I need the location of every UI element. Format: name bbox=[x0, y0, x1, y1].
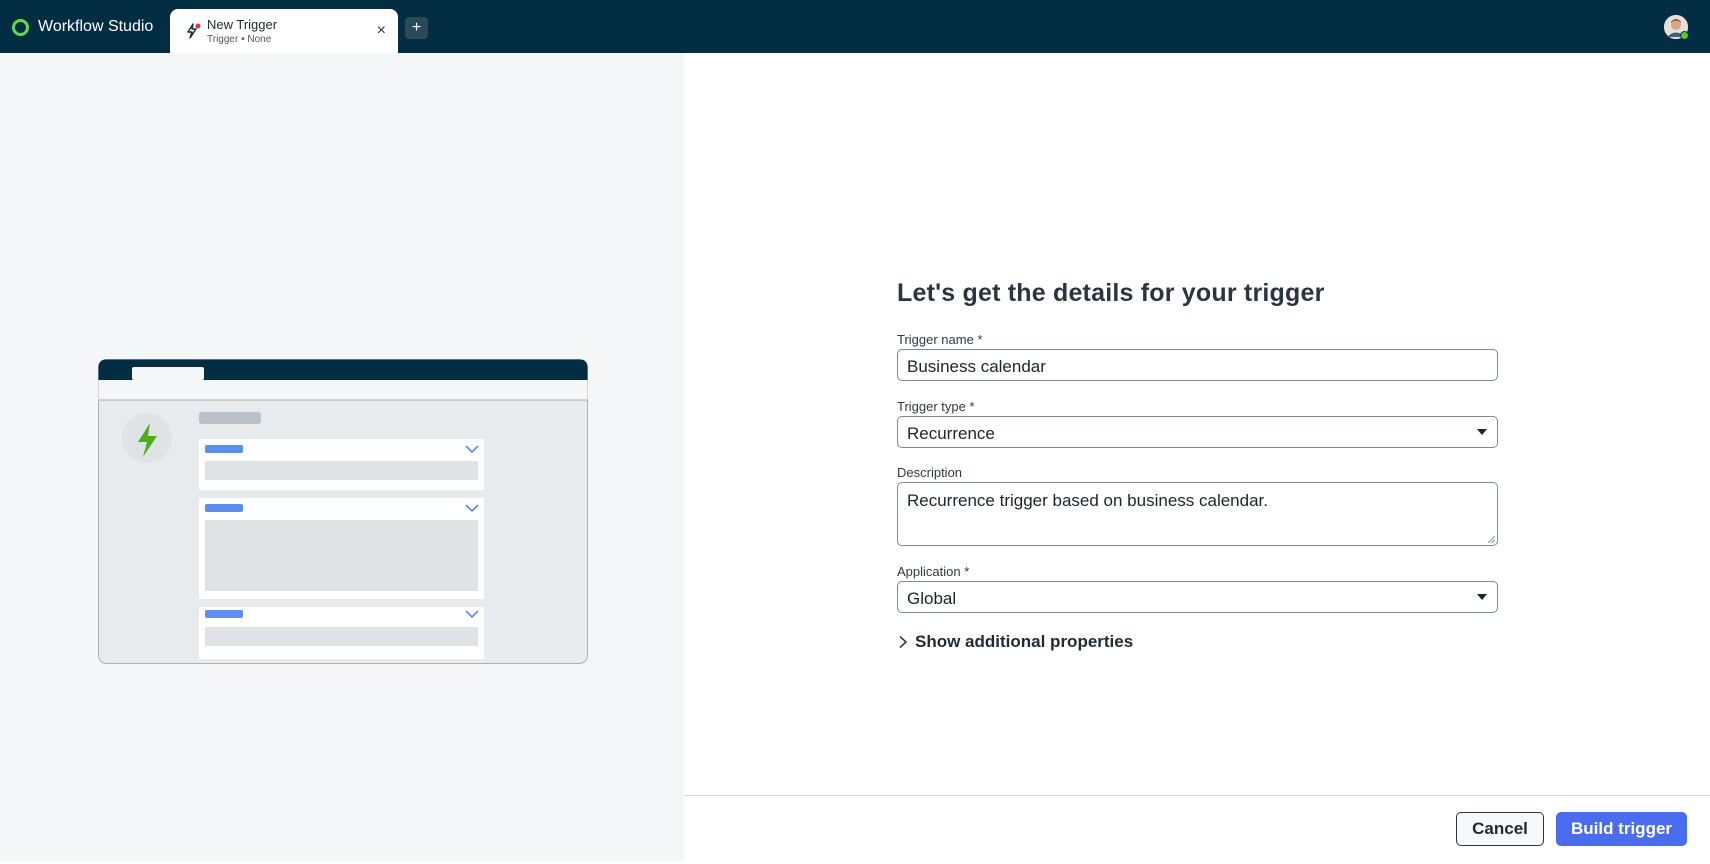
trigger-icon bbox=[187, 23, 201, 39]
footer-divider bbox=[684, 795, 1710, 796]
app-title: Workflow Studio bbox=[38, 18, 154, 35]
form-pane: Let's get the details for your trigger T… bbox=[684, 53, 1710, 861]
application-label: Application * bbox=[897, 564, 970, 579]
new-tab-button[interactable]: + bbox=[405, 17, 428, 39]
caret-down-icon bbox=[1477, 429, 1487, 435]
avatar[interactable] bbox=[1664, 15, 1689, 40]
page-title: Let's get the details for your trigger bbox=[897, 279, 1325, 307]
show-additional-properties-toggle[interactable]: Show additional properties bbox=[897, 632, 1133, 652]
chevron-right-icon bbox=[899, 635, 908, 649]
description-label: Description bbox=[897, 465, 963, 480]
tab-subtitle: Trigger • None bbox=[207, 34, 272, 45]
cancel-button[interactable]: Cancel bbox=[1456, 812, 1544, 846]
close-icon[interactable]: × bbox=[377, 22, 386, 40]
tab-new-trigger[interactable]: New Trigger Trigger • None × bbox=[170, 9, 398, 53]
trigger-type-label: Trigger type * bbox=[897, 399, 975, 414]
trigger-form: Let's get the details for your trigger T… bbox=[897, 279, 1498, 651]
trigger-type-select[interactable]: Recurrence bbox=[897, 416, 1498, 448]
caret-down-icon bbox=[1477, 594, 1487, 600]
application-value: Global bbox=[907, 589, 957, 608]
show-additional-properties-label: Show additional properties bbox=[915, 632, 1134, 651]
trigger-name-label: Trigger name * bbox=[897, 332, 983, 347]
trigger-name-input[interactable]: Business calendar bbox=[897, 349, 1498, 381]
build-trigger-button[interactable]: Build trigger bbox=[1556, 812, 1687, 846]
workflow-logo-icon bbox=[12, 18, 29, 36]
trigger-type-value: Recurrence bbox=[907, 424, 995, 443]
tab-title: New Trigger bbox=[207, 17, 278, 32]
trigger-illustration bbox=[98, 359, 588, 664]
description-textarea[interactable]: Recurrence trigger based on business cal… bbox=[897, 482, 1498, 546]
application-select[interactable]: Global bbox=[897, 581, 1498, 613]
online-status-icon bbox=[1680, 31, 1689, 40]
resize-handle-icon[interactable] bbox=[1487, 535, 1495, 543]
top-bar: Workflow Studio New Trigger Trigger • No… bbox=[0, 0, 1710, 53]
illustration-pane bbox=[0, 53, 684, 861]
app-brand[interactable]: Workflow Studio bbox=[12, 18, 153, 36]
description-value: Recurrence trigger based on business cal… bbox=[907, 491, 1268, 510]
